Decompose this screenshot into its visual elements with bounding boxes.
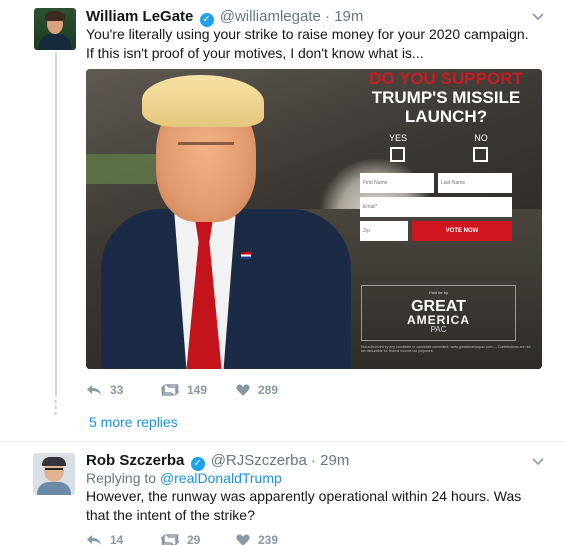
ad-no-label: NO [474, 133, 488, 143]
reply-button[interactable]: 14 [86, 533, 161, 545]
ad-first-name-field: First Name [360, 173, 434, 193]
replying-to: Replying to @realDonaldTrump [86, 470, 282, 486]
timestamp[interactable]: 29m [320, 452, 349, 469]
ad-fine-print: Not authorized by any candidate or candi… [361, 345, 531, 353]
divider [0, 441, 565, 442]
author-name[interactable]: Rob Szczerba [86, 452, 184, 469]
flag-pin-icon [241, 252, 251, 259]
ad-logo-great: GREAT [411, 298, 466, 315]
tweet-text: You're literally using your strike to ra… [86, 26, 529, 61]
ad-question-line3: LAUNCH? [404, 107, 488, 126]
author-handle[interactable]: @williamlegate [220, 8, 321, 25]
retweet-count: 29 [187, 533, 201, 545]
retweet-icon [161, 534, 179, 545]
retweet-button[interactable]: 149 [161, 383, 236, 397]
ad-vote-button: VOTE NOW [412, 221, 512, 241]
retweet-button[interactable]: 29 [161, 533, 236, 545]
ad-paid-for: Paid for by [428, 290, 449, 295]
ad-question-line1: DO YOU SUPPORT [369, 69, 523, 88]
reply-icon [87, 535, 101, 545]
ad-question: DO YOU SUPPORT TRUMP'S MISSILE LAUNCH? [356, 69, 536, 126]
retweet-icon [161, 384, 179, 396]
separator: · [310, 452, 316, 469]
timestamp[interactable]: 19m [334, 8, 363, 25]
tweet-actions: 14 29 239 [86, 533, 311, 545]
chevron-down-icon[interactable] [532, 455, 546, 466]
like-icon [236, 534, 250, 545]
tweet-header: Rob Szczerba ✓ @RJSzczerba · 29m [86, 452, 349, 471]
ad-last-name-field: Last Name [438, 173, 512, 193]
tweet-media-image[interactable]: DO YOU SUPPORT TRUMP'S MISSILE LAUNCH? Y… [86, 69, 542, 369]
ad-question-line2: TRUMP'S MISSILE [371, 88, 521, 107]
avatar[interactable] [33, 453, 75, 495]
reply-count: 14 [110, 533, 124, 545]
tweet-actions: 33 149 289 [86, 383, 311, 397]
ad-email-field: Email* [360, 197, 512, 217]
like-count: 239 [258, 533, 279, 545]
ad-logo: Paid for by GREAT AMERICA PAC [361, 285, 516, 341]
avatar[interactable] [34, 8, 76, 50]
retweet-count: 149 [187, 383, 208, 397]
ad-logo-pac: PAC [430, 325, 447, 334]
reply-icon [87, 385, 101, 395]
ad-yes-label: YES [388, 133, 407, 143]
thread-dots [54, 400, 58, 418]
ad-no-checkbox [473, 147, 488, 162]
chevron-down-icon[interactable] [532, 10, 546, 21]
mention-link[interactable]: @realDonaldTrump [160, 470, 282, 486]
author-name[interactable]: William LeGate [86, 8, 193, 25]
separator: · [325, 8, 331, 25]
like-icon [236, 384, 250, 396]
ad-yes-checkbox [390, 147, 405, 162]
tweet-text: However, the runway was apparently opera… [86, 488, 522, 523]
ad-zip-field: Zip [360, 221, 408, 241]
thread-line [55, 52, 57, 397]
author-handle[interactable]: @RJSzczerba [211, 452, 307, 469]
like-button[interactable]: 289 [236, 383, 311, 397]
reply-button[interactable]: 33 [86, 383, 161, 397]
verified-badge-icon: ✓ [190, 457, 205, 471]
like-button[interactable]: 239 [236, 533, 311, 545]
replying-prefix: Replying to [86, 470, 157, 486]
reply-count: 33 [110, 383, 124, 397]
more-replies-link[interactable]: 5 more replies [89, 414, 178, 430]
like-count: 289 [258, 383, 279, 397]
